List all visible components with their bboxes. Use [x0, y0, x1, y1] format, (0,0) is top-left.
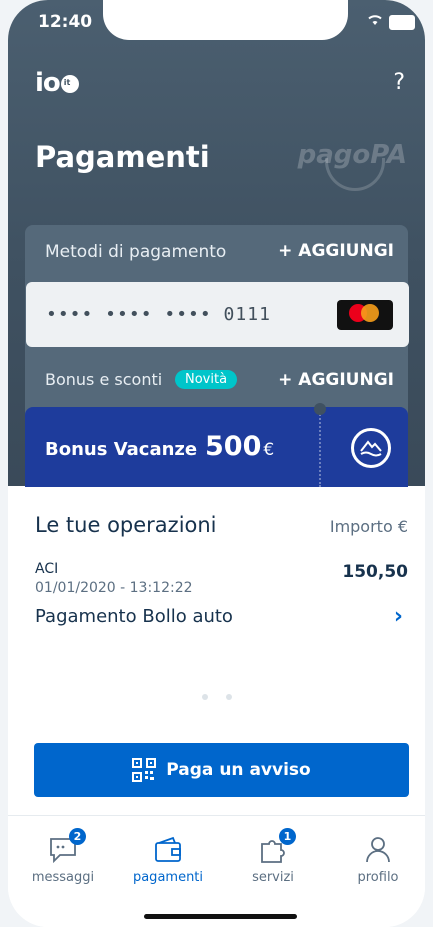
- bottom-tab-bar: 2 messaggi pagamenti 1 servizi profilo: [8, 815, 425, 927]
- card-divider: [319, 407, 321, 487]
- transaction-description: Pagamento Bollo auto: [35, 606, 233, 627]
- messages-count-badge: 2: [69, 828, 86, 845]
- operations-title: Le tue operazioni: [35, 513, 217, 537]
- bonus-card-amount: 500 €: [205, 431, 275, 462]
- wifi-icon: [367, 14, 383, 30]
- tab-label: profilo: [357, 870, 399, 885]
- status-icons: [367, 14, 415, 30]
- phone-screen: 12:40 io ? Pagamenti pagoPA Metodi di pa…: [8, 0, 425, 927]
- tab-servizi[interactable]: 1 servizi: [228, 828, 318, 885]
- help-button[interactable]: ?: [393, 70, 405, 95]
- pagopa-logo-arc: [325, 158, 385, 191]
- transaction-amount: 150,50: [342, 562, 408, 582]
- card-number: •••• •••• •••• 0111: [46, 304, 271, 325]
- bonus-label: Bonus e sconti: [45, 370, 163, 389]
- credit-card[interactable]: •••• •••• •••• 0111: [26, 282, 409, 347]
- puzzle-icon: 1: [258, 828, 296, 864]
- add-bonus-button[interactable]: + AGGIUNGI: [278, 370, 394, 390]
- mountain-sea-icon: [351, 428, 391, 468]
- chevron-right-icon[interactable]: ›: [394, 604, 403, 629]
- payment-methods-label: Metodi di pagamento: [45, 242, 227, 262]
- bonus-vacanze-card[interactable]: Bonus Vacanze 500 €: [25, 403, 408, 487]
- qr-code-icon: [132, 758, 157, 782]
- bonus-card-title: Bonus Vacanze: [45, 439, 198, 460]
- payments-header-area: 12:40 io ? Pagamenti pagoPA Metodi di pa…: [8, 0, 425, 487]
- card-notch: [314, 403, 326, 415]
- amount-column-header: Importo €: [329, 517, 408, 536]
- home-indicator: [144, 914, 297, 919]
- tab-label: pagamenti: [132, 870, 204, 885]
- wallet-icon: [153, 836, 183, 864]
- tab-label: messaggi: [31, 870, 95, 885]
- app-logo: io: [35, 68, 79, 98]
- services-count-badge: 1: [279, 828, 296, 845]
- new-badge: Novità: [175, 370, 238, 389]
- battery-icon: [389, 14, 415, 30]
- status-time: 12:40: [38, 12, 93, 32]
- tab-profilo[interactable]: profilo: [333, 836, 423, 885]
- tab-label: servizi: [252, 870, 294, 885]
- device-notch: [103, 0, 348, 40]
- tab-messaggi[interactable]: 2 messaggi: [18, 828, 108, 885]
- chat-icon: 2: [48, 828, 86, 864]
- transaction-merchant: ACI: [35, 561, 59, 577]
- loading-dots: [202, 694, 232, 700]
- page-title: Pagamenti: [35, 140, 210, 174]
- user-icon: [363, 836, 393, 864]
- transaction-date: 01/01/2020 - 13:12:22: [35, 580, 193, 596]
- mastercard-icon: [337, 300, 393, 330]
- add-payment-method-button[interactable]: + AGGIUNGI: [278, 241, 394, 261]
- pay-notice-button[interactable]: Paga un avviso: [34, 743, 409, 797]
- tab-pagamenti[interactable]: pagamenti: [123, 836, 213, 885]
- pay-notice-label: Paga un avviso: [166, 760, 311, 780]
